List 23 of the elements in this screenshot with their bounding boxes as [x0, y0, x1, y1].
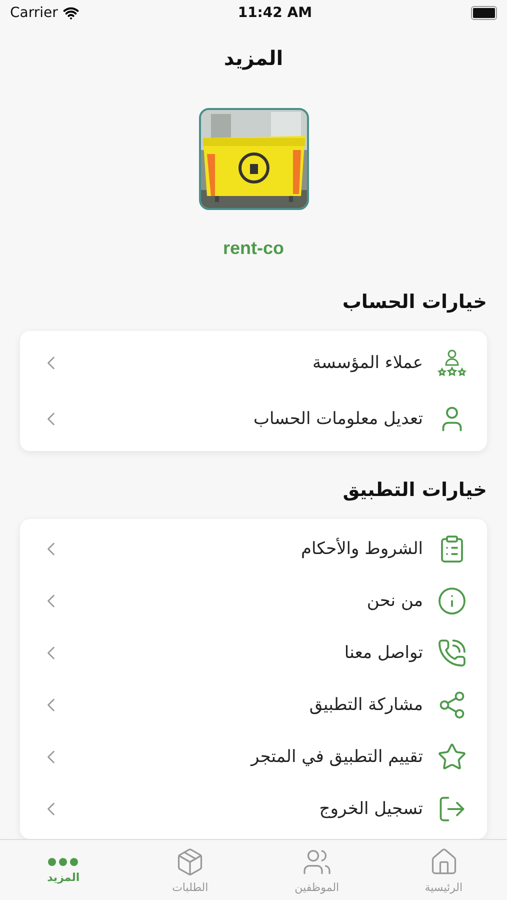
star-icon: [437, 742, 467, 772]
carrier-name: Carrier: [10, 4, 58, 21]
company-name: rent-co: [222, 238, 285, 259]
share-icon: [437, 690, 467, 720]
menu-item[interactable]: تسجيل الخروج: [76, 799, 423, 819]
clients-icon: [437, 348, 467, 378]
menu-item[interactable]: من نحن: [76, 591, 423, 611]
page-title: المزيد: [222, 46, 284, 70]
menu-item[interactable]: تعديل معلومات الحساب: [76, 409, 423, 429]
section-title: خيارات التطبيق: [342, 479, 488, 501]
info-icon: [437, 586, 467, 616]
menu-item[interactable]: تقييم التطبيق في المتجر: [76, 747, 423, 767]
battery-icon: [470, 6, 497, 20]
menu-item[interactable]: تواصل معنا: [76, 643, 423, 663]
menu-item[interactable]: الشروط والأحكام: [76, 539, 423, 559]
phone-icon: [437, 638, 467, 668]
more-icon: [47, 856, 80, 866]
wifi-icon: [62, 4, 79, 21]
menu-item[interactable]: عملاء المؤسسة: [76, 353, 423, 373]
section-title: خيارات الحساب: [341, 291, 488, 313]
logout-icon: [437, 794, 467, 824]
menu-item[interactable]: مشاركة التطبيق: [76, 695, 423, 715]
status-time: 11:42 AM: [238, 4, 312, 21]
